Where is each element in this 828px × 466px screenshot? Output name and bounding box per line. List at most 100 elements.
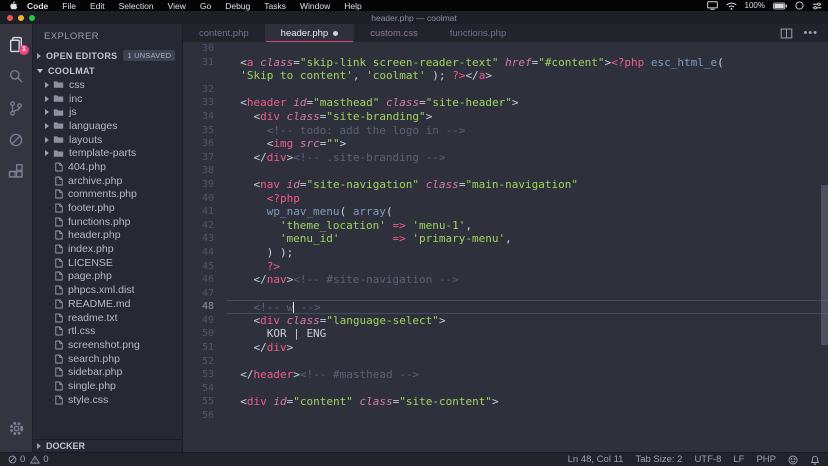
code-line[interactable]: 43'menu_id' => 'primary-menu', bbox=[183, 232, 828, 246]
code-line[interactable]: 44) ); bbox=[183, 246, 828, 260]
code-line[interactable]: 40<?php bbox=[183, 192, 828, 206]
siri-icon[interactable] bbox=[795, 1, 804, 10]
eol-indicator[interactable]: LF bbox=[733, 454, 744, 465]
code-line[interactable]: 53</header><!-- #masthead --> bbox=[183, 368, 828, 382]
file-item-LICENSE[interactable]: LICENSE bbox=[33, 256, 182, 270]
folder-name: languages bbox=[69, 120, 117, 132]
code-line[interactable]: 37</div><!-- .site-branding --> bbox=[183, 151, 828, 165]
code-line[interactable]: 34<div class="site-branding"> bbox=[183, 110, 828, 124]
window-title-bar[interactable]: header.php — coolmat bbox=[0, 11, 828, 24]
display-icon[interactable] bbox=[707, 1, 718, 10]
file-item-phpcs-xml-dist[interactable]: phpcs.xml.dist bbox=[33, 283, 182, 297]
file-item-search-php[interactable]: search.php bbox=[33, 352, 182, 366]
file-item-page-php[interactable]: page.php bbox=[33, 270, 182, 284]
open-editors-section[interactable]: OPEN EDITORS 1 UNSAVED bbox=[33, 48, 182, 63]
code-line[interactable]: 33<header id="masthead" class="site-head… bbox=[183, 96, 828, 110]
code-line[interactable]: 38 bbox=[183, 164, 828, 178]
code-line[interactable]: 47 bbox=[183, 287, 828, 301]
folder-item-inc[interactable]: inc bbox=[33, 92, 182, 106]
code-line[interactable]: 45?> bbox=[183, 260, 828, 274]
file-item-README-md[interactable]: README.md bbox=[33, 297, 182, 311]
menu-item-go[interactable]: Go bbox=[193, 1, 218, 11]
file-item-header-php[interactable]: header.php bbox=[33, 229, 182, 243]
code-line[interactable]: 35<!-- todo: add the logo in --> bbox=[183, 124, 828, 138]
source-control-icon[interactable] bbox=[4, 96, 28, 120]
errors-indicator[interactable]: 0 bbox=[8, 454, 25, 465]
macos-menu-bar: CodeFileEditSelectionViewGoDebugTasksWin… bbox=[0, 0, 828, 11]
folder-item-css[interactable]: css bbox=[33, 78, 182, 92]
encoding-indicator[interactable]: UTF-8 bbox=[694, 454, 721, 465]
tab-functions-php[interactable]: functions.php bbox=[434, 24, 523, 42]
file-item-single-php[interactable]: single.php bbox=[33, 379, 182, 393]
wifi-icon[interactable] bbox=[726, 2, 737, 10]
code-line[interactable]: 39<nav id="site-navigation" class="main-… bbox=[183, 178, 828, 192]
file-icon bbox=[55, 176, 63, 186]
docker-section[interactable]: DOCKER bbox=[33, 439, 182, 452]
file-item-rtl-css[interactable]: rtl.css bbox=[33, 324, 182, 338]
code-line[interactable]: 48<!-- w --> bbox=[183, 300, 828, 314]
file-item-archive-php[interactable]: archive.php bbox=[33, 174, 182, 188]
tab-custom-css[interactable]: custom.css bbox=[354, 24, 434, 42]
tab-content-php[interactable]: content.php bbox=[183, 24, 265, 42]
more-actions-icon[interactable]: ••• bbox=[803, 30, 818, 36]
code-line[interactable]: 30 bbox=[183, 42, 828, 56]
code-line[interactable]: 50KOR | ENG bbox=[183, 327, 828, 341]
cursor-position[interactable]: Ln 48, Col 11 bbox=[568, 454, 624, 465]
menu-item-view[interactable]: View bbox=[161, 1, 193, 11]
code-line[interactable]: 36<img src=""> bbox=[183, 137, 828, 151]
file-item-screenshot-png[interactable]: screenshot.png bbox=[33, 338, 182, 352]
battery-icon[interactable] bbox=[773, 2, 787, 10]
folder-item-template-parts[interactable]: template-parts bbox=[33, 146, 182, 160]
code-line[interactable]: 46</nav><!-- #site-navigation --> bbox=[183, 273, 828, 287]
settings-gear-icon[interactable] bbox=[4, 416, 28, 440]
code-line[interactable]: 31<a class="skip-link screen-reader-text… bbox=[183, 56, 828, 70]
tab-size-indicator[interactable]: Tab Size: 2 bbox=[635, 454, 682, 465]
folder-item-layouts[interactable]: layouts bbox=[33, 133, 182, 147]
code-line[interactable]: 56 bbox=[183, 409, 828, 423]
code-line[interactable]: 42'theme_location' => 'menu-1', bbox=[183, 219, 828, 233]
menu-item-help[interactable]: Help bbox=[337, 1, 368, 11]
file-item-comments-php[interactable]: comments.php bbox=[33, 188, 182, 202]
code-line[interactable]: 'Skip to content', 'coolmat' ); ?></a> bbox=[183, 69, 828, 83]
menu-item-window[interactable]: Window bbox=[293, 1, 337, 11]
explorer-icon[interactable]: 1 bbox=[4, 32, 28, 56]
error-icon bbox=[8, 455, 17, 464]
file-item-sidebar-php[interactable]: sidebar.php bbox=[33, 365, 182, 379]
apple-menu-icon[interactable] bbox=[6, 1, 20, 11]
code-line[interactable]: 55<div id="content" class="site-content"… bbox=[183, 395, 828, 409]
file-item-index-php[interactable]: index.php bbox=[33, 242, 182, 256]
split-editor-icon[interactable] bbox=[780, 27, 793, 40]
search-icon[interactable] bbox=[4, 64, 28, 88]
folder-item-js[interactable]: js bbox=[33, 105, 182, 119]
menu-item-edit[interactable]: Edit bbox=[83, 1, 112, 11]
file-item-404-php[interactable]: 404.php bbox=[33, 160, 182, 174]
feedback-smiley-icon[interactable] bbox=[788, 455, 798, 465]
menu-item-file[interactable]: File bbox=[55, 1, 83, 11]
file-item-style-css[interactable]: style.css bbox=[33, 393, 182, 407]
folder-item-languages[interactable]: languages bbox=[33, 119, 182, 133]
file-item-functions-php[interactable]: functions.php bbox=[33, 215, 182, 229]
extensions-icon[interactable] bbox=[4, 160, 28, 184]
code-line[interactable]: 41wp_nav_menu( array( bbox=[183, 205, 828, 219]
notifications-bell-icon[interactable] bbox=[810, 455, 820, 465]
menu-item-selection[interactable]: Selection bbox=[112, 1, 161, 11]
code-line[interactable]: 51</div> bbox=[183, 341, 828, 355]
tab-header-php[interactable]: header.php bbox=[265, 24, 355, 42]
editor-scrollbar[interactable] bbox=[821, 185, 828, 345]
code-line[interactable]: 54 bbox=[183, 382, 828, 396]
menu-item-tasks[interactable]: Tasks bbox=[257, 1, 293, 11]
file-item-footer-php[interactable]: footer.php bbox=[33, 201, 182, 215]
notification-center-icon[interactable] bbox=[812, 2, 822, 10]
code-line[interactable]: 32 bbox=[183, 83, 828, 97]
file-item-readme-txt[interactable]: readme.txt bbox=[33, 311, 182, 325]
code-line[interactable]: 49<div class="language-select"> bbox=[183, 314, 828, 328]
workspace-root[interactable]: COOLMAT bbox=[33, 63, 182, 78]
code-line[interactable]: 52 bbox=[183, 355, 828, 369]
code-editor[interactable]: 3031<a class="skip-link screen-reader-te… bbox=[183, 42, 828, 452]
debug-icon[interactable] bbox=[4, 128, 28, 152]
menu-item-debug[interactable]: Debug bbox=[218, 1, 257, 11]
language-mode[interactable]: PHP bbox=[756, 454, 776, 465]
warnings-indicator[interactable]: 0 bbox=[30, 454, 48, 465]
menu-item-code[interactable]: Code bbox=[20, 1, 55, 11]
folder-icon bbox=[53, 135, 64, 144]
